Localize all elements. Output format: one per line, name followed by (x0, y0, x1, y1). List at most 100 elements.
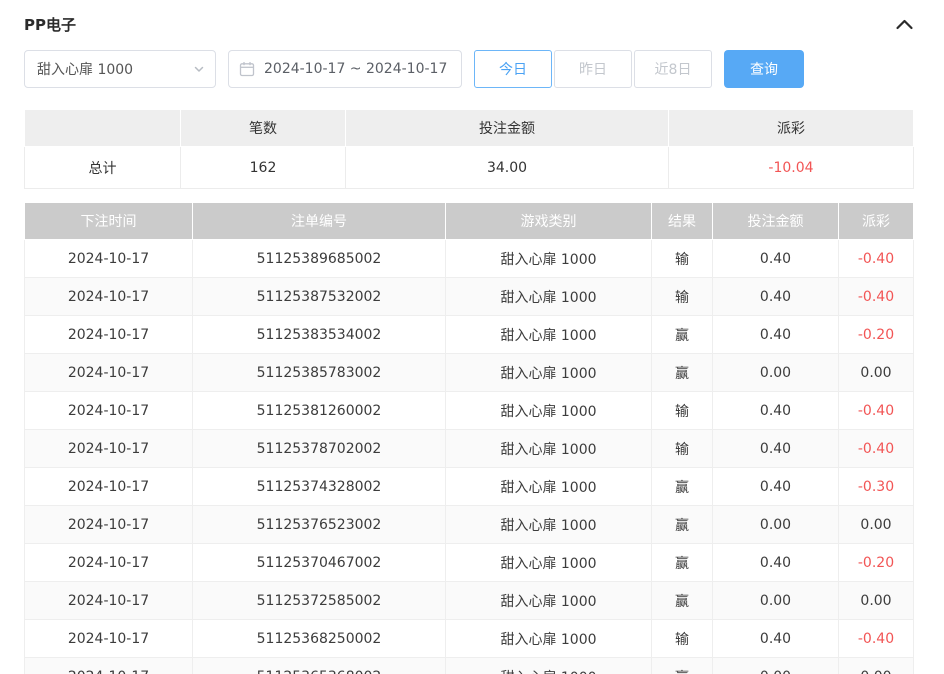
game-select[interactable]: 甜入心扉 1000 (24, 50, 216, 88)
bet-date-cell: 2024-10-17 (25, 354, 193, 392)
payout-cell: -0.40 (839, 430, 914, 468)
table-row: 2024-10-1751125365368002甜入心扉 1000赢0.000.… (25, 658, 914, 674)
bet-id-cell: 51125381260002 (193, 392, 446, 430)
summary-header-payout: 派彩 (669, 110, 914, 147)
chevron-up-icon (895, 17, 914, 31)
bet-table: 下注时间 注单编号 游戏类别 结果 投注金额 派彩 2024-10-175112… (24, 202, 914, 674)
game-cell: 甜入心扉 1000 (446, 658, 652, 674)
game-cell: 甜入心扉 1000 (446, 316, 652, 354)
amount-cell: 0.00 (713, 354, 839, 392)
summary-header-blank (25, 110, 181, 147)
amount-cell: 0.40 (713, 278, 839, 316)
bet-id-cell: 51125368250002 (193, 620, 446, 658)
table-row: 2024-10-1751125387532002甜入心扉 1000输0.40-0… (25, 278, 914, 316)
bet-id-cell: 51125383534002 (193, 316, 446, 354)
amount-cell: 0.00 (713, 582, 839, 620)
pp-electronic-panel: PP电子 甜入心扉 1000 2024-10-17 ~ 2024-10-17 今… (0, 0, 944, 674)
game-cell: 甜入心扉 1000 (446, 278, 652, 316)
table-row: 2024-10-1751125385783002甜入心扉 1000赢0.000.… (25, 354, 914, 392)
today-button[interactable]: 今日 (474, 50, 552, 88)
payout-cell: 0.00 (839, 506, 914, 544)
bet-table-body: 2024-10-1751125389685002甜入心扉 1000输0.40-0… (25, 240, 914, 674)
game-cell: 甜入心扉 1000 (446, 354, 652, 392)
bet-table-header-row: 下注时间 注单编号 游戏类别 结果 投注金额 派彩 (25, 203, 914, 240)
amount-cell: 0.40 (713, 468, 839, 506)
payout-cell: 0.00 (839, 354, 914, 392)
summary-header-row: 笔数 投注金额 派彩 (25, 110, 914, 147)
game-cell: 甜入心扉 1000 (446, 506, 652, 544)
game-cell: 甜入心扉 1000 (446, 430, 652, 468)
calendar-icon (239, 61, 255, 77)
amount-cell: 0.40 (713, 392, 839, 430)
result-cell: 输 (652, 392, 713, 430)
table-row: 2024-10-1751125376523002甜入心扉 1000赢0.000.… (25, 506, 914, 544)
date-range-input[interactable]: 2024-10-17 ~ 2024-10-17 (228, 50, 462, 88)
search-button[interactable]: 查询 (724, 50, 804, 88)
filter-bar: 甜入心扉 1000 2024-10-17 ~ 2024-10-17 今日 昨日 … (24, 50, 914, 88)
bet-date-cell: 2024-10-17 (25, 392, 193, 430)
summary-payout-value: -10.04 (669, 147, 914, 189)
result-cell: 赢 (652, 658, 713, 674)
bet-date-cell: 2024-10-17 (25, 582, 193, 620)
game-cell: 甜入心扉 1000 (446, 620, 652, 658)
bet-date-cell: 2024-10-17 (25, 620, 193, 658)
table-row: 2024-10-1751125383534002甜入心扉 1000赢0.40-0… (25, 316, 914, 354)
bet-date-cell: 2024-10-17 (25, 468, 193, 506)
bet-date-cell: 2024-10-17 (25, 506, 193, 544)
result-cell: 输 (652, 240, 713, 278)
bet-id-cell: 51125385783002 (193, 354, 446, 392)
game-cell: 甜入心扉 1000 (446, 582, 652, 620)
payout-cell: -0.40 (839, 392, 914, 430)
result-cell: 赢 (652, 582, 713, 620)
table-row: 2024-10-1751125381260002甜入心扉 1000输0.40-0… (25, 392, 914, 430)
result-cell: 输 (652, 620, 713, 658)
table-row: 2024-10-1751125368250002甜入心扉 1000输0.40-0… (25, 620, 914, 658)
bet-id-cell: 51125389685002 (193, 240, 446, 278)
result-cell: 赢 (652, 316, 713, 354)
col-payout: 派彩 (839, 203, 914, 240)
amount-cell: 0.40 (713, 620, 839, 658)
table-row: 2024-10-1751125372585002甜入心扉 1000赢0.000.… (25, 582, 914, 620)
payout-cell: 0.00 (839, 658, 914, 674)
bet-date-cell: 2024-10-17 (25, 430, 193, 468)
game-cell: 甜入心扉 1000 (446, 240, 652, 278)
payout-cell: 0.00 (839, 582, 914, 620)
amount-cell: 0.00 (713, 658, 839, 674)
col-game-type: 游戏类别 (446, 203, 652, 240)
amount-cell: 0.00 (713, 506, 839, 544)
result-cell: 赢 (652, 506, 713, 544)
summary-total-label: 总计 (25, 147, 181, 189)
table-row: 2024-10-1751125389685002甜入心扉 1000输0.40-0… (25, 240, 914, 278)
payout-cell: -0.30 (839, 468, 914, 506)
summary-table: 笔数 投注金额 派彩 总计 162 34.00 -10.04 (24, 109, 914, 189)
result-cell: 赢 (652, 354, 713, 392)
game-select-value: 甜入心扉 1000 (37, 59, 133, 79)
chevron-down-icon (193, 63, 205, 75)
date-range-value: 2024-10-17 ~ 2024-10-17 (264, 61, 447, 77)
bet-date-cell: 2024-10-17 (25, 658, 193, 674)
result-cell: 赢 (652, 544, 713, 582)
amount-cell: 0.40 (713, 544, 839, 582)
col-result: 结果 (652, 203, 713, 240)
amount-cell: 0.40 (713, 430, 839, 468)
col-bet-time: 下注时间 (25, 203, 193, 240)
yesterday-button[interactable]: 昨日 (554, 50, 632, 88)
col-bet-amount: 投注金额 (713, 203, 839, 240)
result-cell: 赢 (652, 468, 713, 506)
collapse-button[interactable] (895, 17, 914, 31)
table-row: 2024-10-1751125378702002甜入心扉 1000输0.40-0… (25, 430, 914, 468)
bet-id-cell: 51125387532002 (193, 278, 446, 316)
bet-id-cell: 51125376523002 (193, 506, 446, 544)
table-row: 2024-10-1751125374328002甜入心扉 1000赢0.40-0… (25, 468, 914, 506)
result-cell: 输 (652, 278, 713, 316)
bet-date-cell: 2024-10-17 (25, 240, 193, 278)
panel-header: PP电子 (24, 10, 914, 38)
summary-header-amount: 投注金额 (346, 110, 669, 147)
summary-count-value: 162 (181, 147, 346, 189)
bet-id-cell: 51125374328002 (193, 468, 446, 506)
table-row: 2024-10-1751125370467002甜入心扉 1000赢0.40-0… (25, 544, 914, 582)
result-cell: 输 (652, 430, 713, 468)
bet-id-cell: 51125378702002 (193, 430, 446, 468)
last-8-days-button[interactable]: 近8日 (634, 50, 712, 88)
amount-cell: 0.40 (713, 316, 839, 354)
